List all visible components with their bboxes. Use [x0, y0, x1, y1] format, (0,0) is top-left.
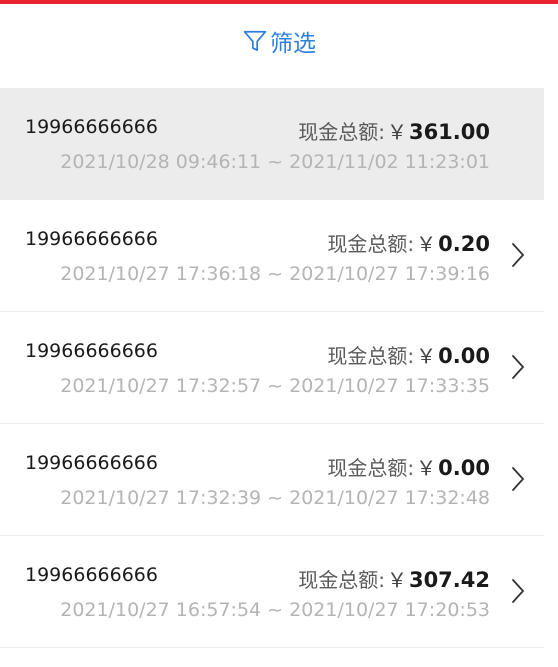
- chevron-right-icon[interactable]: [510, 354, 526, 380]
- phone-number: 19966666666: [25, 228, 158, 250]
- cash-total-label: 现金总额:: [327, 232, 415, 256]
- phone-number: 19966666666: [25, 452, 158, 474]
- cash-total-label: 现金总额:: [298, 568, 385, 592]
- cash-total: 现金总额: ￥ 307.42: [298, 564, 490, 593]
- phone-number: 19966666666: [25, 340, 158, 362]
- list-item[interactable]: 19966666666 现金总额: ￥ 0.00 2021/10/27 17:3…: [0, 312, 544, 424]
- filter-button[interactable]: 筛选: [242, 24, 316, 58]
- chevron-right-icon[interactable]: [510, 578, 526, 604]
- cash-total: 现金总额: ￥ 361.00: [298, 116, 490, 145]
- list-item[interactable]: 19966666666 现金总额: ￥ 0.00 2021/10/27 17:3…: [0, 424, 544, 536]
- filter-bar: 筛选: [0, 4, 558, 88]
- cash-total: 现金总额: ￥ 0.00: [327, 452, 490, 481]
- phone-number: 19966666666: [25, 116, 158, 138]
- currency-symbol: ￥: [416, 344, 437, 368]
- phone-number: 19966666666: [25, 564, 158, 586]
- cash-total-value: 0.20: [438, 232, 490, 256]
- time-period: 2021/10/27 17:36:18 ~ 2021/10/27 17:39:1…: [60, 263, 490, 285]
- currency-symbol: ￥: [386, 120, 407, 144]
- cash-total-value: 0.00: [438, 344, 490, 368]
- chevron-right-icon[interactable]: [510, 242, 526, 268]
- cash-total-label: 现金总额:: [327, 344, 415, 368]
- time-period: 2021/10/27 17:32:39 ~ 2021/10/27 17:32:4…: [60, 487, 490, 509]
- chevron-right-icon[interactable]: [510, 466, 526, 492]
- cash-total: 现金总额: ￥ 0.20: [327, 228, 490, 257]
- cash-total-label: 现金总额:: [298, 120, 385, 144]
- cash-total: 现金总额: ￥ 0.00: [327, 340, 490, 369]
- currency-symbol: ￥: [386, 568, 407, 592]
- currency-symbol: ￥: [416, 456, 437, 480]
- filter-label: 筛选: [270, 31, 316, 57]
- record-list: 19966666666 现金总额: ￥ 361.00 2021/10/28 09…: [0, 88, 558, 648]
- cash-total-value: 361.00: [408, 120, 490, 144]
- list-item[interactable]: 19966666666 现金总额: ￥ 361.00 2021/10/28 09…: [0, 88, 544, 200]
- cash-total-label: 现金总额:: [327, 456, 415, 480]
- list-item[interactable]: 19966666666 现金总额: ￥ 0.20 2021/10/27 17:3…: [0, 200, 544, 312]
- list-item[interactable]: 19966666666 现金总额: ￥ 307.42 2021/10/27 16…: [0, 536, 544, 648]
- cash-total-value: 0.00: [438, 456, 490, 480]
- cash-total-value: 307.42: [408, 568, 490, 592]
- time-period: 2021/10/28 09:46:11 ~ 2021/11/02 11:23:0…: [60, 151, 490, 173]
- currency-symbol: ￥: [416, 232, 437, 256]
- time-period: 2021/10/27 16:57:54 ~ 2021/10/27 17:20:5…: [60, 599, 490, 621]
- funnel-icon: [243, 30, 267, 52]
- time-period: 2021/10/27 17:32:57 ~ 2021/10/27 17:33:3…: [60, 375, 490, 397]
